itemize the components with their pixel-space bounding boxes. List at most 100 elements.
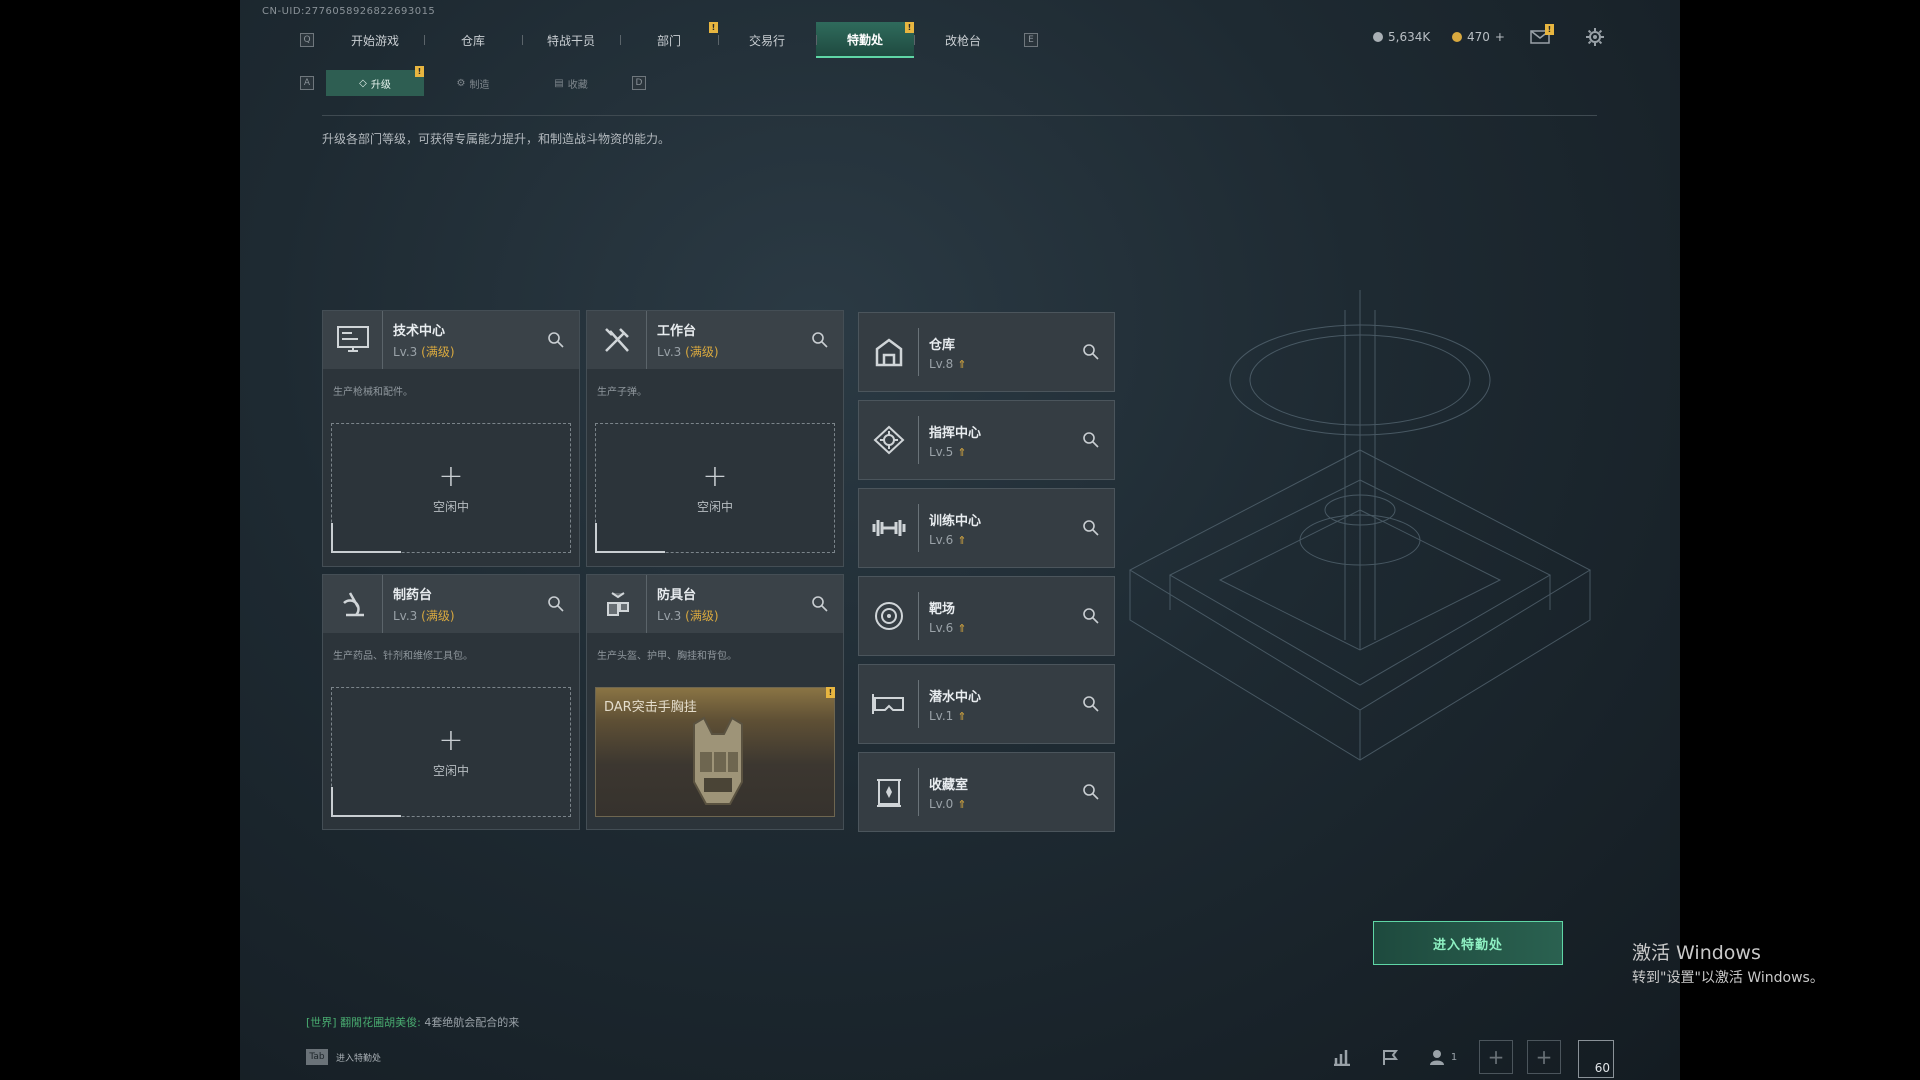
- card-header[interactable]: 工作台 Lv.3 (满级): [587, 311, 843, 369]
- trophy-icon: [876, 779, 901, 807]
- tab-special-ops[interactable]: 特勤处 !: [816, 22, 914, 58]
- department-card-collection-room[interactable]: 收藏室 Lv.0 ⇑: [858, 752, 1115, 832]
- search-icon[interactable]: [1082, 695, 1100, 713]
- divider: [322, 115, 1597, 116]
- command-icon: [873, 425, 904, 455]
- plus-icon: +: [1535, 1045, 1553, 1069]
- tab-hint[interactable]: Tab 进入特勤处: [306, 1049, 381, 1065]
- card-header[interactable]: 技术中心 Lv.3 (满级): [323, 311, 579, 369]
- tab-start-game[interactable]: 开始游戏: [326, 22, 424, 58]
- department-card-warehouse[interactable]: 仓库 Lv.8 ⇑: [858, 312, 1115, 392]
- mail-button[interactable]: !: [1530, 24, 1554, 44]
- currency-secondary-value: 470: [1467, 30, 1490, 44]
- subtab-upgrade-label: 升级: [370, 79, 391, 91]
- subtab-collection[interactable]: ▤ 收藏: [522, 70, 620, 96]
- slot-status: 空闲中: [696, 499, 733, 514]
- computer-icon: [336, 326, 369, 352]
- party-slot[interactable]: +: [1527, 1040, 1561, 1074]
- stats-button[interactable]: [1325, 1040, 1359, 1074]
- enter-special-ops-button[interactable]: 进入特勤处: [1373, 921, 1563, 965]
- add-currency-button[interactable]: +: [1495, 30, 1505, 44]
- collection-icon: ▤: [554, 77, 564, 89]
- uid-label: CN-UID:2776058926822693015: [262, 6, 436, 17]
- crafting-item-slot[interactable]: DAR突击手胸挂 !: [595, 687, 835, 817]
- subnav-key-left[interactable]: A: [300, 76, 314, 90]
- station-name: 防具台: [657, 588, 697, 603]
- windows-activation-watermark: 激活 Windows 转到"设置"以激活 Windows。: [1632, 938, 1824, 987]
- upgrade-arrow-icon: ⇑: [957, 797, 967, 811]
- tab-warehouse[interactable]: 仓库: [424, 22, 522, 58]
- currency-secondary[interactable]: 470 +: [1452, 30, 1505, 44]
- tab-gunsmith[interactable]: 改枪台: [914, 22, 1012, 58]
- gold-coin-icon: [1452, 32, 1462, 42]
- department-name: 潜水中心: [929, 689, 982, 705]
- subtab-upgrade[interactable]: ◇ 升级 !: [326, 66, 424, 96]
- department-level: Lv.0: [929, 796, 954, 811]
- department-level: Lv.5: [929, 444, 954, 459]
- production-slot[interactable]: + 空闲中: [595, 423, 835, 553]
- flag-icon: [1383, 1050, 1398, 1065]
- production-slot[interactable]: + 空闲中: [331, 687, 571, 817]
- search-icon[interactable]: [1082, 343, 1100, 361]
- search-icon[interactable]: [547, 595, 565, 613]
- department-name: 仓库: [929, 337, 956, 353]
- search-icon[interactable]: [547, 331, 565, 349]
- department-level: Lv.6: [929, 620, 954, 635]
- coin-icon: [1373, 32, 1383, 42]
- department-name: 靶场: [929, 601, 956, 617]
- station-level: Lv.3: [657, 345, 682, 359]
- friends-button[interactable]: 1: [1421, 1040, 1465, 1074]
- department-card-shooting-range[interactable]: 靶场 Lv.6 ⇑: [858, 576, 1115, 656]
- max-level-label: (满级): [421, 345, 455, 359]
- station-level: Lv.3: [393, 345, 418, 359]
- max-level-label: (满级): [685, 609, 719, 623]
- search-icon[interactable]: [811, 331, 829, 349]
- department-name: 训练中心: [929, 513, 982, 529]
- friends-icon: [1429, 1050, 1444, 1065]
- department-card-command-center[interactable]: 指挥中心 Lv.5 ⇑: [858, 400, 1115, 480]
- subtab-craft[interactable]: ⚙ 制造: [424, 70, 522, 96]
- notification-badge: !: [905, 22, 914, 33]
- department-level: Lv.1: [929, 708, 954, 723]
- plus-icon: +: [438, 722, 464, 758]
- search-icon[interactable]: [1082, 783, 1100, 801]
- tab-trading[interactable]: 交易行: [718, 22, 816, 58]
- bar-chart-icon: [1334, 1050, 1350, 1066]
- station-card-workbench: 工作台 Lv.3 (满级) 生产子弹。 + 空闲中: [586, 310, 844, 567]
- flag-button[interactable]: [1373, 1040, 1407, 1074]
- notification-badge: !: [1545, 24, 1554, 35]
- sub-nav: A ◇ 升级 ! ⚙ 制造 ▤ 收藏 D: [300, 66, 646, 96]
- search-icon[interactable]: [1082, 519, 1100, 537]
- world-chat-line[interactable]: [世界] 翻閒花圃胡美俊: 4套绝航会配合的来: [306, 1014, 519, 1030]
- station-level: Lv.3: [393, 609, 418, 623]
- card-header[interactable]: 防具台 Lv.3 (满级): [587, 575, 843, 633]
- station-description: 生产枪械和配件。: [333, 387, 413, 398]
- armor-icon: [606, 592, 629, 616]
- plus-icon: +: [438, 458, 464, 494]
- nav-key-left[interactable]: Q: [300, 33, 314, 47]
- card-header[interactable]: 制药台 Lv.3 (满级): [323, 575, 579, 633]
- upgrade-icon: ◇: [359, 77, 367, 89]
- station-card-armor-bench: 防具台 Lv.3 (满级) 生产头盔、护甲、胸挂和背包。 DAR突击手胸挂 !: [586, 574, 844, 830]
- currency-primary: 5,634K: [1373, 30, 1430, 44]
- production-slot[interactable]: + 空闲中: [331, 423, 571, 553]
- upgrade-arrow-icon: ⇑: [957, 357, 967, 371]
- search-icon[interactable]: [1082, 607, 1100, 625]
- station-card-pharmacy: 制药台 Lv.3 (满级) 生产药品、针剂和维修工具包。 + 空闲中: [322, 574, 580, 830]
- subnav-key-right[interactable]: D: [632, 76, 646, 90]
- department-card-diving-center[interactable]: 潜水中心 Lv.1 ⇑: [858, 664, 1115, 744]
- nav-key-right[interactable]: E: [1024, 33, 1038, 47]
- search-icon[interactable]: [1082, 431, 1100, 449]
- station-description: 生产药品、针剂和维修工具包。: [333, 651, 473, 662]
- max-level-label: (满级): [421, 609, 455, 623]
- search-icon[interactable]: [811, 595, 829, 613]
- tab-operators[interactable]: 特战干员: [522, 22, 620, 58]
- craft-icon: ⚙: [456, 77, 466, 89]
- watermark-title: 激活 Windows: [1632, 942, 1761, 964]
- top-nav: Q 开始游戏 仓库 特战干员 部门 ! 交易行 特勤处 ! 改枪台 E: [300, 22, 1038, 58]
- settings-button[interactable]: [1586, 28, 1604, 50]
- plus-icon: +: [1487, 1045, 1505, 1069]
- tab-department[interactable]: 部门 !: [620, 22, 718, 58]
- party-slot[interactable]: +: [1479, 1040, 1513, 1074]
- department-card-training-center[interactable]: 训练中心 Lv.6 ⇑: [858, 488, 1115, 568]
